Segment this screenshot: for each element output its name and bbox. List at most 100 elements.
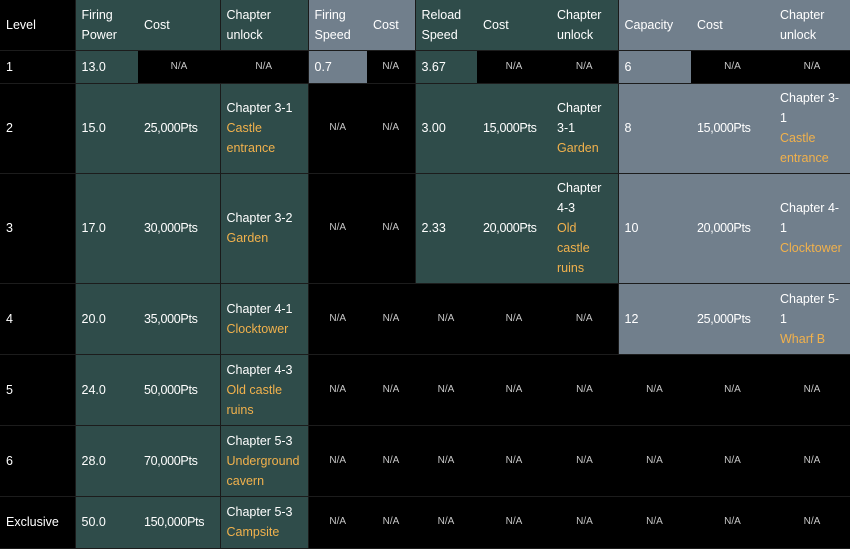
power-chapter-cell: N/A — [220, 50, 308, 84]
header-power-chapter-unlock: Chapter unlock — [219, 0, 308, 51]
power-cost-cell: 25,000Pts — [138, 83, 220, 174]
header-capacity: Capacity — [617, 0, 691, 51]
capacity-chapter-cell: N/A — [774, 50, 850, 84]
reload-chapter-cell: Chapter 4-3 Old castle ruins — [551, 173, 618, 284]
power-chapter-cell: Chapter 4-1 Clocktower — [219, 283, 308, 355]
chapter-label: Chapter 3-1 — [780, 91, 840, 125]
table-row: 4 20.0 35,000Pts Chapter 4-1 Clocktower … — [0, 283, 850, 355]
header-speed-cost: Cost — [367, 0, 415, 51]
chapter-location: Old castle ruins — [557, 221, 590, 275]
capacity-cell: 6 — [617, 50, 691, 84]
level-cell: 2 — [0, 83, 75, 174]
capacity-cost-cell: N/A — [691, 354, 774, 426]
header-level: Level — [0, 0, 75, 51]
power-chapter-cell: Chapter 3-1 Castle entrance — [219, 83, 308, 174]
chapter-location: Garden — [557, 141, 599, 155]
power-cost-cell: N/A — [138, 50, 220, 84]
chapter-label: Chapter 5-3 — [226, 433, 293, 448]
reload-chapter-cell: N/A — [551, 496, 618, 549]
firing-power-cell: 50.0 — [74, 496, 138, 549]
level-cell: 4 — [0, 283, 75, 355]
speed-cost-cell: N/A — [367, 496, 415, 549]
reload-speed-cell: N/A — [415, 283, 477, 355]
capacity-chapter-cell: Chapter 3-1 Castle entrance — [774, 83, 850, 174]
header-firing-speed: Firing Speed — [307, 0, 367, 51]
header-capacity-cost: Cost — [691, 0, 774, 51]
firing-speed-cell: N/A — [307, 173, 367, 284]
speed-cost-cell: N/A — [367, 173, 415, 284]
capacity-cost-cell: N/A — [691, 50, 774, 84]
chapter-location: Castle entrance — [226, 121, 276, 155]
firing-power-cell: 15.0 — [74, 83, 138, 174]
reload-speed-cell: 3.67 — [414, 50, 477, 84]
reload-cost-cell: N/A — [477, 425, 551, 497]
power-chapter-cell: Chapter 5-3 Campsite — [219, 496, 308, 549]
level-cell: 5 — [0, 354, 75, 426]
firing-speed-cell: 0.7 — [307, 50, 367, 84]
capacity-cell: 8 — [617, 83, 691, 174]
capacity-cost-cell: N/A — [691, 496, 774, 549]
capacity-chapter-cell: Chapter 4-1 Clocktower — [774, 173, 850, 284]
speed-cost-cell: N/A — [367, 283, 415, 355]
capacity-cost-cell: N/A — [691, 425, 774, 497]
firing-power-cell: 28.0 — [74, 425, 138, 497]
firing-speed-cell: N/A — [307, 83, 367, 174]
speed-cost-cell: N/A — [367, 50, 415, 84]
power-cost-cell: 50,000Pts — [138, 354, 220, 426]
chapter-location: Castle entrance — [780, 131, 829, 165]
header-capacity-chapter-unlock: Chapter unlock — [774, 0, 850, 51]
chapter-label: Chapter 5-3 — [226, 505, 293, 519]
firing-speed-cell: N/A — [307, 496, 367, 549]
table-row: Exclusive 50.0 150,000Pts Chapter 5-3 Ca… — [0, 496, 850, 549]
table-row: 6 28.0 70,000Pts Chapter 5-3 Underground… — [0, 425, 850, 497]
reload-chapter-cell: Chapter 3-1 Garden — [551, 83, 618, 174]
table-row: 5 24.0 50,000Pts Chapter 4-3 Old castle … — [0, 354, 850, 426]
header-firing-power: Firing Power — [74, 0, 138, 51]
power-cost-cell: 150,000Pts — [138, 496, 220, 549]
reload-cost-cell: N/A — [477, 50, 551, 84]
reload-cost-cell: N/A — [477, 496, 551, 549]
capacity-chapter-cell: Chapter 5-1 Wharf B — [774, 283, 850, 355]
capacity-cell: 12 — [617, 283, 691, 355]
firing-power-cell: 24.0 — [74, 354, 138, 426]
table-row: 2 15.0 25,000Pts Chapter 3-1 Castle entr… — [0, 83, 850, 174]
firing-speed-cell: N/A — [307, 354, 367, 426]
power-cost-cell: 35,000Pts — [138, 283, 220, 355]
reload-chapter-cell: N/A — [551, 425, 618, 497]
power-cost-cell: 70,000Pts — [138, 425, 220, 497]
capacity-cell: N/A — [618, 425, 691, 497]
header-row: Level Firing Power Cost Chapter unlock F… — [0, 0, 850, 51]
capacity-cell: N/A — [618, 354, 691, 426]
reload-chapter-cell: N/A — [551, 283, 618, 355]
speed-cost-cell: N/A — [367, 354, 415, 426]
table-row: 3 17.0 30,000Pts Chapter 3-2 Garden N/A … — [0, 173, 850, 284]
speed-cost-cell: N/A — [367, 425, 415, 497]
reload-cost-cell: N/A — [477, 354, 551, 426]
power-chapter-cell: Chapter 5-3 Underground cavern — [219, 425, 308, 497]
chapter-label: Chapter 3-1 — [557, 101, 602, 135]
chapter-label: Chapter 3-2 — [226, 211, 293, 225]
level-cell: 1 — [0, 50, 75, 84]
chapter-label: Chapter 4-3 — [557, 181, 602, 215]
firing-power-cell: 20.0 — [74, 283, 138, 355]
level-cell: 3 — [0, 173, 75, 284]
capacity-cost-cell: 20,000Pts — [691, 173, 774, 284]
header-reload-speed: Reload Speed — [414, 0, 477, 51]
chapter-label: Chapter 4-1 — [226, 301, 293, 316]
table-row: 1 13.0 N/A N/A 0.7 N/A 3.67 N/A N/A 6 N/… — [0, 50, 850, 84]
capacity-chapter-cell: N/A — [774, 496, 850, 549]
header-reload-chapter-unlock: Chapter unlock — [551, 0, 618, 51]
chapter-label: Chapter 4-1 — [780, 201, 840, 235]
chapter-location: Clocktower — [226, 321, 289, 336]
reload-speed-cell: 2.33 — [414, 173, 477, 284]
firing-power-cell: 17.0 — [74, 173, 138, 284]
header-reload-cost: Cost — [477, 0, 551, 51]
power-cost-cell: 30,000Pts — [138, 173, 220, 284]
chapter-location: Wharf B — [780, 331, 826, 346]
capacity-chapter-cell: N/A — [774, 354, 850, 426]
reload-speed-cell: N/A — [415, 496, 477, 549]
chapter-location: Old castle ruins — [226, 382, 283, 417]
reload-cost-cell: 20,000Pts — [477, 173, 551, 284]
weapon-upgrade-table: Level Firing Power Cost Chapter unlock F… — [0, 0, 850, 549]
firing-power-cell: 13.0 — [74, 50, 138, 84]
